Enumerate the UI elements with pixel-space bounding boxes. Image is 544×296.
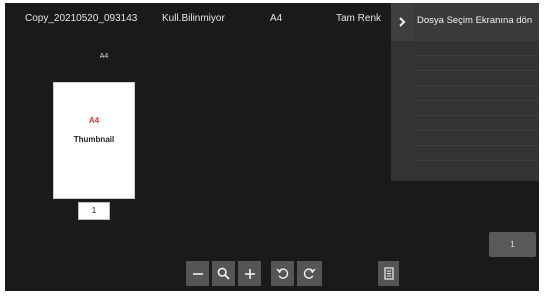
panel-divider: [413, 115, 539, 116]
chevron-right-icon[interactable]: [391, 3, 413, 41]
list-icon: [383, 267, 394, 280]
thumbnail-size-text: A4: [88, 116, 100, 125]
user-name: Kull.Bilinmiyor: [162, 13, 225, 24]
page-number-box[interactable]: 1: [78, 202, 110, 220]
zoom-out-icon: [192, 272, 203, 275]
panel-divider: [413, 145, 539, 146]
panel-divider: [413, 100, 539, 101]
zoom-in-button[interactable]: [238, 261, 261, 286]
panel-divider: [413, 70, 539, 71]
page-thumbnail[interactable]: A4 Thumbnail: [53, 82, 135, 199]
color-mode: Tam Renk: [336, 13, 382, 24]
panel-divider: [413, 85, 539, 86]
panel-divider: [413, 55, 539, 56]
print-preview-screen: Copy_20210520_093143 Kull.Bilinmiyor A4 …: [5, 3, 539, 291]
thumbnail-size-label: A4: [99, 53, 109, 60]
rotate-right-icon: [303, 268, 316, 279]
thumbnail-text: Thumbnail: [73, 135, 115, 144]
rotate-left-icon: [276, 268, 289, 279]
page-list-button[interactable]: [378, 261, 399, 286]
file-name: Copy_20210520_093143: [25, 13, 138, 24]
back-to-file-selection-button[interactable]: Dosya Seçim Ekranına dön: [391, 3, 539, 41]
back-to-file-selection-label: Dosya Seçim Ekranına dön: [417, 15, 533, 26]
zoom-in-icon: [244, 268, 255, 279]
paper-size: A4: [270, 13, 283, 24]
rotate-left-button[interactable]: [271, 261, 294, 286]
panel-divider: [413, 130, 539, 131]
page-count-button[interactable]: 1: [489, 232, 536, 257]
magnifier-icon: [217, 267, 230, 280]
zoom-out-button[interactable]: [186, 261, 209, 286]
zoom-button[interactable]: [212, 261, 235, 286]
panel-divider: [413, 160, 539, 161]
rotate-right-button[interactable]: [297, 261, 322, 286]
file-selection-panel: Dosya Seçim Ekranına dön: [391, 3, 539, 181]
